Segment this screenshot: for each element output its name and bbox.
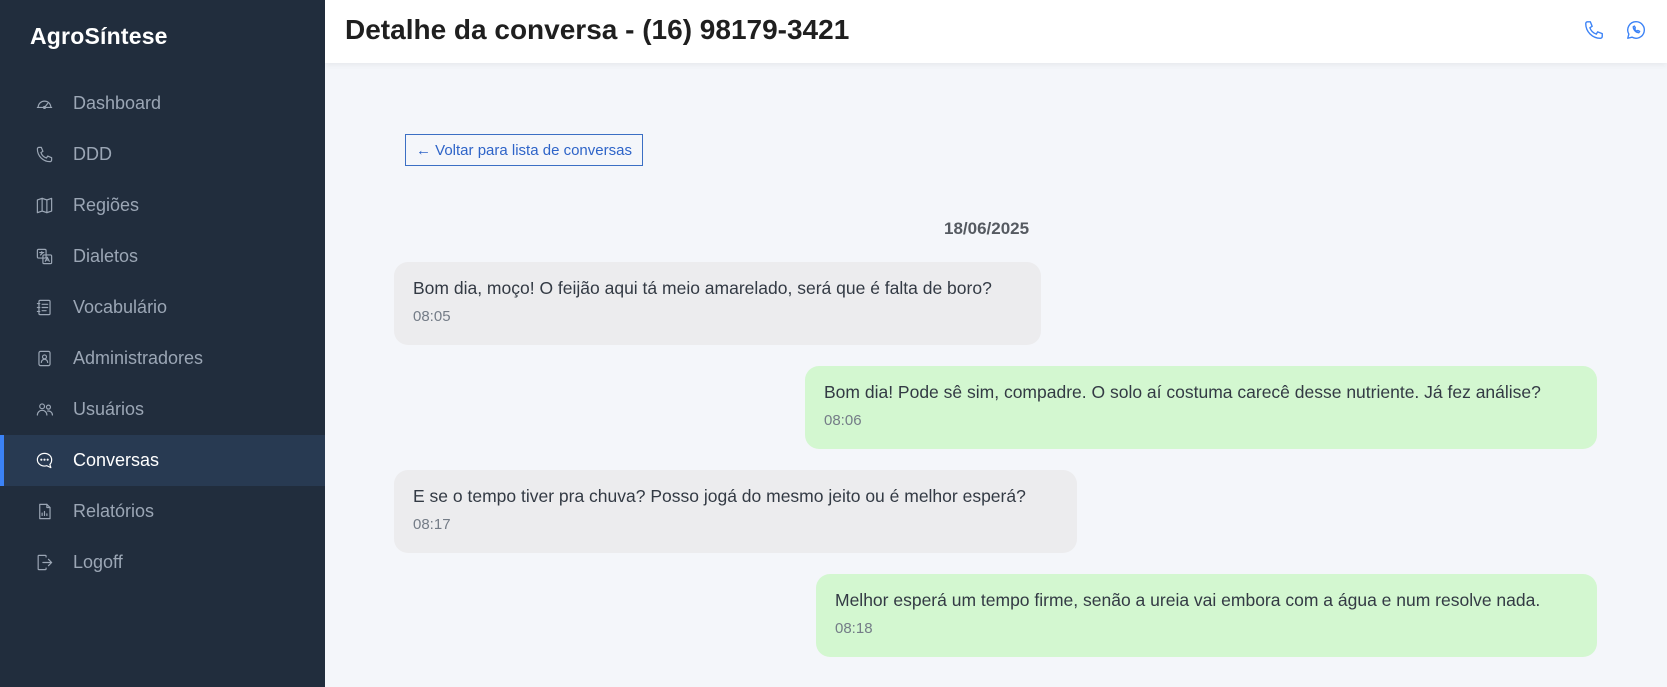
book-icon — [34, 298, 54, 318]
message-time: 08:17 — [413, 516, 451, 533]
message-outgoing: Melhor esperá um tempo firme, senão a ur… — [816, 574, 1597, 657]
phone-icon — [34, 145, 54, 165]
sidebar: AgroSíntese Dashboard DDD Regiões Dialet… — [0, 0, 325, 687]
message-time: 08:05 — [413, 308, 451, 325]
sidebar-item-dialetos[interactable]: Dialetos — [0, 231, 325, 282]
date-separator: 18/06/2025 — [944, 219, 1030, 238]
sidebar-item-label: Dialetos — [73, 246, 139, 266]
sidebar-item-usuarios[interactable]: Usuários — [0, 384, 325, 435]
sidebar-item-conversas[interactable]: Conversas — [0, 435, 325, 486]
badge-icon — [34, 349, 54, 369]
sidebar-item-ddd[interactable]: DDD — [0, 129, 325, 180]
back-to-conversations-button[interactable]: ← Voltar para lista de conversas — [405, 134, 643, 166]
sidebar-item-relatorios[interactable]: Relatórios — [0, 486, 325, 537]
sidebar-item-label: Regiões — [73, 195, 140, 215]
sidebar-item-label: Dashboard — [73, 93, 162, 113]
logout-icon — [34, 553, 54, 573]
translate-icon — [34, 247, 54, 267]
sidebar-item-label: Administradores — [73, 348, 204, 368]
message-text: Melhor esperá um tempo firme, senão a ur… — [835, 590, 1541, 610]
sidebar-nav: Dashboard DDD Regiões Dialetos Vocabulár… — [0, 78, 325, 588]
message-text: Bom dia! Pode sê sim, compadre. O solo a… — [824, 382, 1541, 402]
message-time: 08:06 — [824, 412, 862, 429]
top-bar: Detalhe da conversa - (16) 98179-3421 — [325, 0, 1667, 63]
map-icon — [34, 196, 54, 216]
sidebar-item-vocabulario[interactable]: Vocabulário — [0, 282, 325, 333]
message-text: Bom dia, moço! O feijão aqui tá meio ama… — [413, 278, 992, 298]
brand-logo: AgroSíntese — [30, 23, 168, 49]
sidebar-item-label: Vocabulário — [73, 297, 168, 317]
report-icon — [34, 502, 54, 522]
message-incoming: E se o tempo tiver pra chuva? Posso jogá… — [394, 470, 1077, 553]
page-title: Detalhe da conversa - (16) 98179-3421 — [345, 14, 850, 45]
sidebar-item-logoff[interactable]: Logoff — [0, 537, 325, 588]
sidebar-item-label: Relatórios — [73, 501, 155, 521]
sidebar-item-label: Logoff — [73, 552, 123, 572]
sidebar-item-label: Conversas — [73, 450, 160, 470]
sidebar-item-regioes[interactable]: Regiões — [0, 180, 325, 231]
sidebar-item-administradores[interactable]: Administradores — [0, 333, 325, 384]
message-incoming: Bom dia, moço! O feijão aqui tá meio ama… — [394, 262, 1041, 345]
chat-icon — [34, 451, 54, 471]
phone-icon[interactable] — [1583, 19, 1605, 41]
message-text: E se o tempo tiver pra chuva? Posso jogá… — [413, 486, 1026, 506]
whatsapp-icon[interactable] — [1625, 19, 1647, 41]
users-icon — [34, 400, 54, 420]
sidebar-item-label: DDD — [73, 144, 112, 164]
message-time: 08:18 — [835, 620, 873, 637]
message-outgoing: Bom dia! Pode sê sim, compadre. O solo a… — [805, 366, 1597, 449]
gauge-icon — [34, 94, 54, 114]
sidebar-item-dashboard[interactable]: Dashboard — [0, 78, 325, 129]
sidebar-item-label: Usuários — [73, 399, 145, 419]
